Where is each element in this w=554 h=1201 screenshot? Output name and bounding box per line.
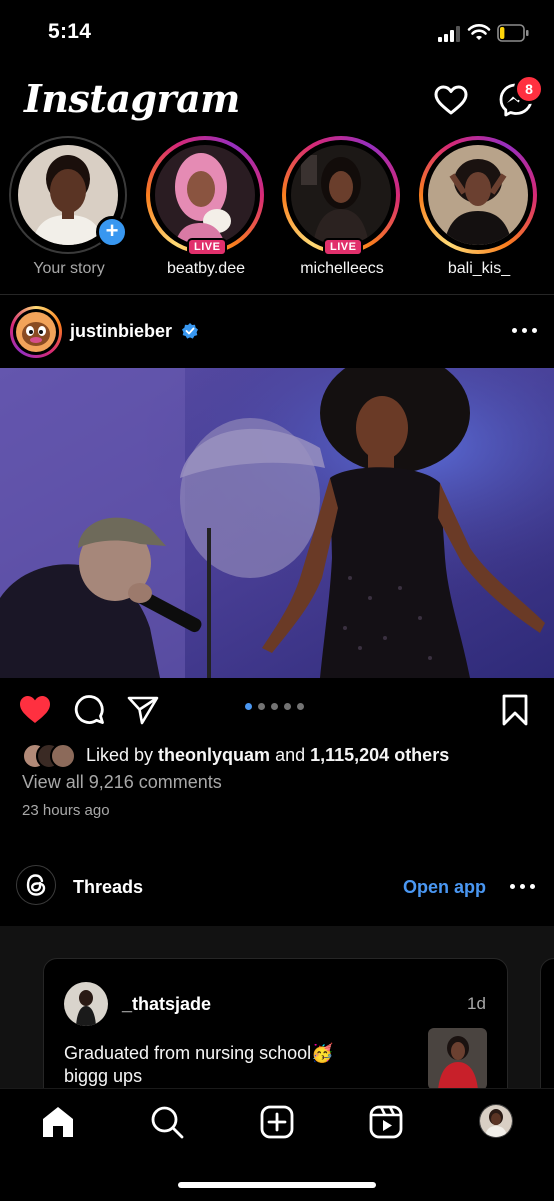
home-icon[interactable]	[40, 1104, 76, 1140]
post-image[interactable]	[0, 368, 554, 678]
carousel-dot	[297, 703, 304, 710]
new-post-icon[interactable]	[259, 1104, 295, 1140]
thread-text-line: Graduated from nursing school🥳	[64, 1043, 334, 1063]
likes-summary[interactable]: Liked by theonlyquam and 1,115,204 other…	[86, 745, 449, 766]
comment-icon[interactable]	[73, 693, 105, 725]
post-username[interactable]: justinbieber	[70, 321, 172, 342]
thread-text-line: biggg ups	[64, 1066, 143, 1086]
instagram-logo[interactable]: Instagram	[24, 76, 240, 121]
carousel-dot	[271, 703, 278, 710]
carousel-dot	[284, 703, 291, 710]
post-timestamp: 23 hours ago	[22, 802, 110, 819]
threads-logo-icon[interactable]	[16, 865, 56, 905]
profile-avatar[interactable]	[479, 1104, 513, 1138]
avatar	[50, 743, 76, 769]
story-label: bali_kis_	[447, 260, 511, 277]
thread-image[interactable]	[428, 1028, 487, 1090]
avatar	[291, 145, 391, 245]
avatar[interactable]	[64, 982, 108, 1026]
liker-avatars[interactable]	[22, 743, 82, 769]
story-beatby-dee[interactable]: LIVE beatby.dee	[145, 136, 267, 286]
live-badge: LIVE	[323, 238, 364, 256]
more-options-icon[interactable]	[510, 882, 536, 892]
search-icon[interactable]	[149, 1104, 185, 1140]
threads-title: Threads	[73, 877, 144, 897]
liker-username[interactable]: theonlyquam	[158, 745, 270, 765]
messages-badge: 8	[514, 74, 544, 104]
thread-text: Graduated from nursing school🥳 biggg ups	[64, 1042, 394, 1088]
likes-count[interactable]: 1,115,204 others	[310, 745, 449, 765]
home-indicator	[178, 1182, 376, 1188]
open-app-button[interactable]: Open app	[403, 877, 486, 898]
thread-card-next[interactable]	[540, 958, 554, 1108]
verified-badge-icon	[182, 323, 198, 339]
heart-filled-icon[interactable]	[18, 693, 52, 725]
story-ring	[419, 136, 537, 254]
more-options-icon[interactable]	[512, 326, 538, 336]
avatar[interactable]	[16, 312, 56, 352]
wifi-icon	[467, 24, 491, 40]
divider	[0, 294, 554, 295]
add-story-button[interactable]: +	[96, 216, 128, 248]
avatar	[155, 145, 255, 245]
bookmark-icon[interactable]	[502, 694, 528, 726]
live-badge: LIVE	[187, 238, 228, 256]
reels-icon[interactable]	[368, 1104, 404, 1140]
likes-prefix: Liked by	[86, 745, 159, 765]
thread-age: 1d	[467, 994, 486, 1013]
story-your-story[interactable]: + Your story	[8, 136, 130, 286]
story-bali-kis[interactable]: bali_kis_	[418, 136, 540, 286]
story-ring	[282, 136, 400, 254]
story-label: beatby.dee	[167, 260, 245, 277]
battery-icon	[497, 24, 529, 42]
thread-username[interactable]: _thatsjade	[122, 994, 211, 1015]
story-label: michelleecs	[300, 260, 384, 277]
story-ring	[146, 136, 264, 254]
carousel-indicator	[245, 703, 315, 713]
cellular-signal-icon	[438, 26, 462, 42]
story-michelleecs[interactable]: LIVE michelleecs	[281, 136, 403, 286]
share-icon[interactable]	[127, 695, 159, 725]
view-comments-link[interactable]: View all 9,216 comments	[22, 772, 222, 793]
heart-icon[interactable]	[433, 82, 469, 118]
likes-middle: and	[270, 745, 311, 765]
story-label: Your story	[33, 260, 105, 277]
carousel-dot	[245, 703, 252, 710]
avatar	[428, 145, 528, 245]
status-time: 5:14	[48, 20, 92, 43]
carousel-dot	[258, 703, 265, 710]
